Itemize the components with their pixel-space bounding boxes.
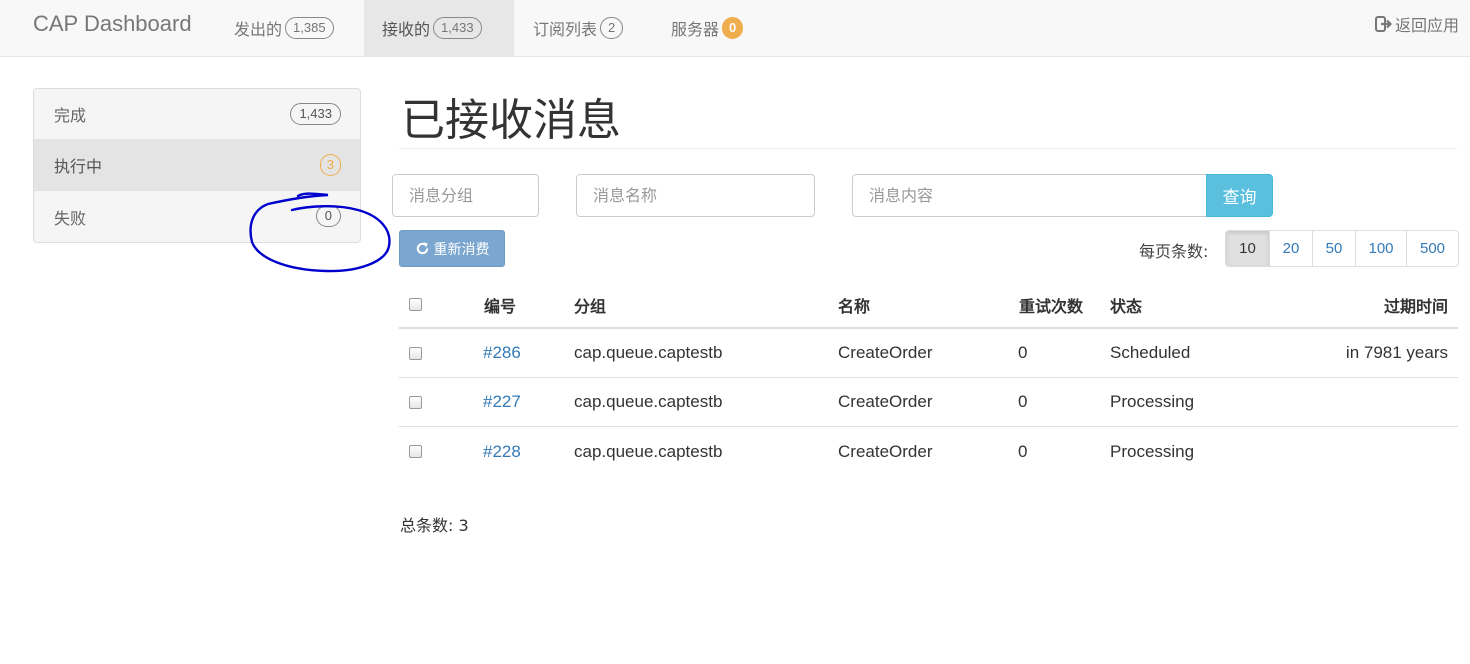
page-size-selector: 10 20 50 100 500 [1225,230,1459,267]
row-select-cell [409,378,422,426]
return-label: 返回应用 [1394,16,1459,35]
total-count: 总条数: 3 [400,516,469,535]
query-button[interactable]: 查询 [1206,174,1273,217]
message-group-input[interactable] [392,174,539,217]
nav-item-label: 发出的 [234,20,283,39]
sidebar-badge-processing: 3 [319,154,341,176]
nav-item-received[interactable]: 接收的 1,433 [364,0,514,56]
message-status: Processing [1110,392,1195,411]
table-header-row: 编号 分组 名称 重试次数 状态 过期时间 [399,282,1458,329]
message-status: Scheduled [1110,343,1191,362]
sign-out-icon [1374,16,1392,32]
message-name: CreateOrder [838,343,933,362]
page-title: 已接收消息 [401,95,621,146]
nav-badge-subscribers: 2 [600,17,624,39]
requeue-label: 重新消费 [433,241,490,258]
page-size-option[interactable]: 100 [1356,231,1407,266]
row-checkbox[interactable] [409,445,422,458]
table-row: #286 cap.queue.captestb CreateOrder 0 Sc… [399,329,1458,378]
sidebar-item-succeeded[interactable]: 完成 1,433 [34,89,360,140]
sidebar-item-processing[interactable]: 执行中 3 [34,140,360,191]
row-select-cell [409,427,422,476]
nav-item-label: 接收的 [382,20,431,39]
sidebar-item-label: 完成 [54,106,87,125]
header-retries[interactable]: 重试次数 [1019,282,1083,327]
nav-item-subscribers[interactable]: 订阅列表 2 [515,0,641,56]
message-id-link[interactable]: #227 [483,378,521,426]
nav-item-servers[interactable]: 服务器 0 [653,0,761,56]
message-retries: 0 [1018,392,1028,411]
page-size-option[interactable]: 50 [1313,231,1356,266]
nav-item-label: 订阅列表 [533,20,598,39]
row-checkbox[interactable] [409,395,422,409]
sidebar-item-failed[interactable]: 失败 0 [34,191,360,242]
message-content-input[interactable] [852,174,1207,217]
header-name[interactable]: 名称 [838,282,870,327]
select-all-cell [409,282,422,327]
sidebar-item-label: 失败 [54,208,87,228]
nav-item-published[interactable]: 发出的 1,385 [216,0,352,56]
header-id[interactable]: 编号 [484,282,516,327]
message-name-input[interactable] [576,174,815,217]
requeue-button[interactable]: 重新消费 [399,230,505,267]
header-status[interactable]: 状态 [1110,282,1142,327]
top-navbar: CAP Dashboard 发出的 1,385 接收的 1,433 订阅列表 2… [0,0,1470,57]
message-name: CreateOrder [838,392,933,411]
page-size-option[interactable]: 10 [1226,231,1270,266]
brand-logo[interactable]: CAP Dashboard [33,11,192,37]
message-group: cap.queue.captestb [574,392,723,411]
header-group[interactable]: 分组 [574,282,606,327]
table-row: #228 cap.queue.captestb CreateOrder 0 Pr… [399,427,1458,476]
refresh-icon [416,242,428,255]
return-to-app-link[interactable]: 返回应用 [1374,0,1459,48]
message-expires: in 7981 years [1345,343,1448,362]
sidebar-badge-failed: 0 [315,205,341,227]
message-status: Processing [1110,441,1195,461]
sidebar-badge-succeeded: 1,433 [290,103,341,125]
page-size-option[interactable]: 20 [1270,231,1313,266]
table-row: #227 cap.queue.captestb CreateOrder 0 Pr… [399,378,1458,427]
message-retries: 0 [1018,441,1028,461]
title-divider [399,148,1457,149]
sidebar-item-label: 执行中 [54,157,103,176]
message-retries: 0 [1018,343,1028,362]
row-select-cell [409,329,422,377]
message-group: cap.queue.captestb [574,343,723,362]
header-expires[interactable]: 过期时间 [1384,282,1448,327]
message-group: cap.queue.captestb [574,441,723,461]
page-size-option[interactable]: 500 [1407,231,1458,266]
nav-badge-published: 1,385 [285,17,334,39]
per-page-label: 每页条数: [1139,242,1209,261]
select-all-checkbox[interactable] [409,298,422,311]
message-id-link[interactable]: #228 [483,427,521,476]
message-id-link[interactable]: #286 [483,329,521,377]
nav-item-label: 服务器 [671,20,720,39]
nav-badge-received: 1,433 [433,17,482,39]
messages-table: 编号 分组 名称 重试次数 状态 过期时间 #286 cap.queue.cap… [399,282,1458,476]
nav-badge-servers: 0 [722,17,744,39]
status-sidebar: 完成 1,433 执行中 3 失败 0 [33,88,361,243]
row-checkbox[interactable] [409,346,422,360]
message-name: CreateOrder [838,441,933,461]
